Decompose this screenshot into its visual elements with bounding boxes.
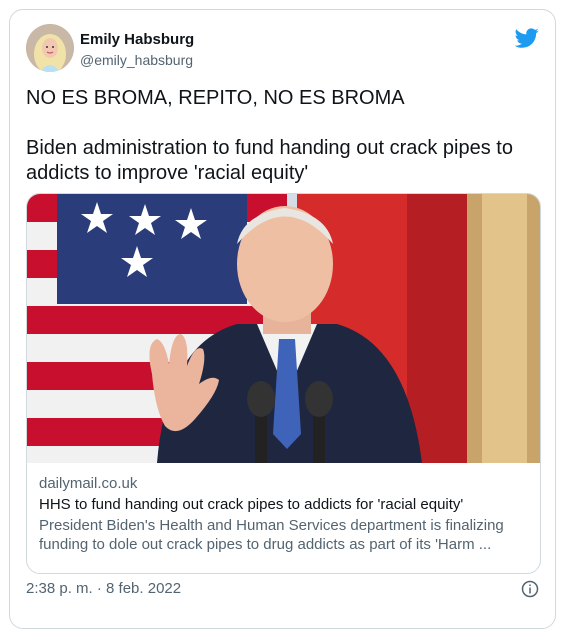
- link-preview-card[interactable]: dailymail.co.uk HHS to fund handing out …: [26, 193, 541, 574]
- avatar-image: [26, 24, 74, 72]
- tweet-timestamp[interactable]: 2:38 p. m. · 8 feb. 2022: [26, 580, 181, 597]
- user-handle[interactable]: @emily_habsburg: [80, 52, 193, 68]
- avatar[interactable]: [26, 24, 74, 72]
- display-name[interactable]: Emily Habsburg: [80, 31, 194, 48]
- card-text: dailymail.co.uk HHS to fund handing out …: [39, 474, 529, 554]
- tweet-line-1: NO ES BROMA, REPITO, NO ES BROMA: [26, 87, 405, 109]
- preview-image: [27, 194, 540, 463]
- twitter-bird-icon[interactable]: [515, 26, 539, 50]
- tweet-card[interactable]: Emily Habsburg @emily_habsburg NO ES BRO…: [9, 9, 556, 629]
- card-title[interactable]: HHS to fund handing out crack pipes to a…: [39, 495, 529, 514]
- info-icon[interactable]: [521, 580, 539, 598]
- card-description: President Biden's Health and Human Servi…: [39, 517, 504, 553]
- card-domain[interactable]: dailymail.co.uk: [39, 474, 529, 493]
- tweet-line-2: Biden administration to fund handing out…: [26, 137, 513, 184]
